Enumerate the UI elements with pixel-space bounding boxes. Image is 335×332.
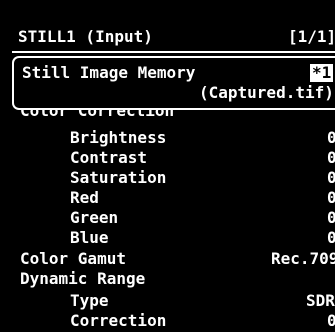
red-value[interactable]: 0 <box>327 188 335 208</box>
menu-header: STILL1 (Input) [1/1] <box>18 26 335 48</box>
color-gamut-value[interactable]: Rec.709 <box>271 249 335 269</box>
still-image-memory-label: Still Image Memory <box>22 63 196 82</box>
menu-title: STILL1 (Input) <box>18 27 153 46</box>
menu-screen: STILL1 (Input) [1/1] Still Image Memory … <box>0 0 335 332</box>
saturation-label: Saturation <box>70 168 167 187</box>
still-image-memory-value[interactable]: *1 <box>310 64 334 82</box>
page-indicator: [1/1] <box>288 27 335 46</box>
menu-item-color-correction[interactable]: Color Correction <box>0 109 335 121</box>
dynamic-range-type-label: Type <box>70 291 109 310</box>
still-image-file-name: (Captured.tif) <box>199 83 334 102</box>
dynamic-range-label: Dynamic Range <box>20 269 146 288</box>
menu-item-green[interactable]: Green 0 <box>0 208 335 228</box>
menu-item-still-image-memory[interactable]: Still Image Memory *1 <box>0 63 335 83</box>
blue-label: Blue <box>70 228 109 247</box>
color-correction-label: Color Correction <box>20 109 175 120</box>
menu-item-contrast[interactable]: Contrast 0 <box>0 148 335 168</box>
dynamic-range-correction-label: Correction <box>70 311 167 330</box>
color-gamut-label: Color Gamut <box>20 249 126 268</box>
green-label: Green <box>70 208 119 227</box>
menu-item-saturation[interactable]: Saturation 0 <box>0 168 335 188</box>
saturation-value[interactable]: 0 <box>327 168 335 188</box>
menu-item-color-gamut[interactable]: Color Gamut Rec.709 <box>0 249 335 269</box>
contrast-value[interactable]: 0 <box>327 148 335 168</box>
dynamic-range-type-value[interactable]: SDR <box>306 291 335 311</box>
menu-item-dynamic-range-correction[interactable]: Correction 0 <box>0 311 335 331</box>
menu-item-blue[interactable]: Blue 0 <box>0 228 335 248</box>
still-image-file-row: (Captured.tif) <box>0 83 335 103</box>
menu-item-dynamic-range[interactable]: Dynamic Range <box>0 269 335 289</box>
menu-item-brightness[interactable]: Brightness 0 <box>0 128 335 148</box>
contrast-label: Contrast <box>70 148 148 167</box>
menu-item-dynamic-range-type[interactable]: Type SDR <box>0 291 335 311</box>
red-label: Red <box>70 188 99 207</box>
header-divider <box>12 51 335 53</box>
menu-item-red[interactable]: Red 0 <box>0 188 335 208</box>
brightness-label: Brightness <box>70 128 167 147</box>
brightness-value[interactable]: 0 <box>327 128 335 148</box>
blue-value[interactable]: 0 <box>327 228 335 248</box>
green-value[interactable]: 0 <box>327 208 335 228</box>
dynamic-range-correction-value[interactable]: 0 <box>327 311 335 331</box>
